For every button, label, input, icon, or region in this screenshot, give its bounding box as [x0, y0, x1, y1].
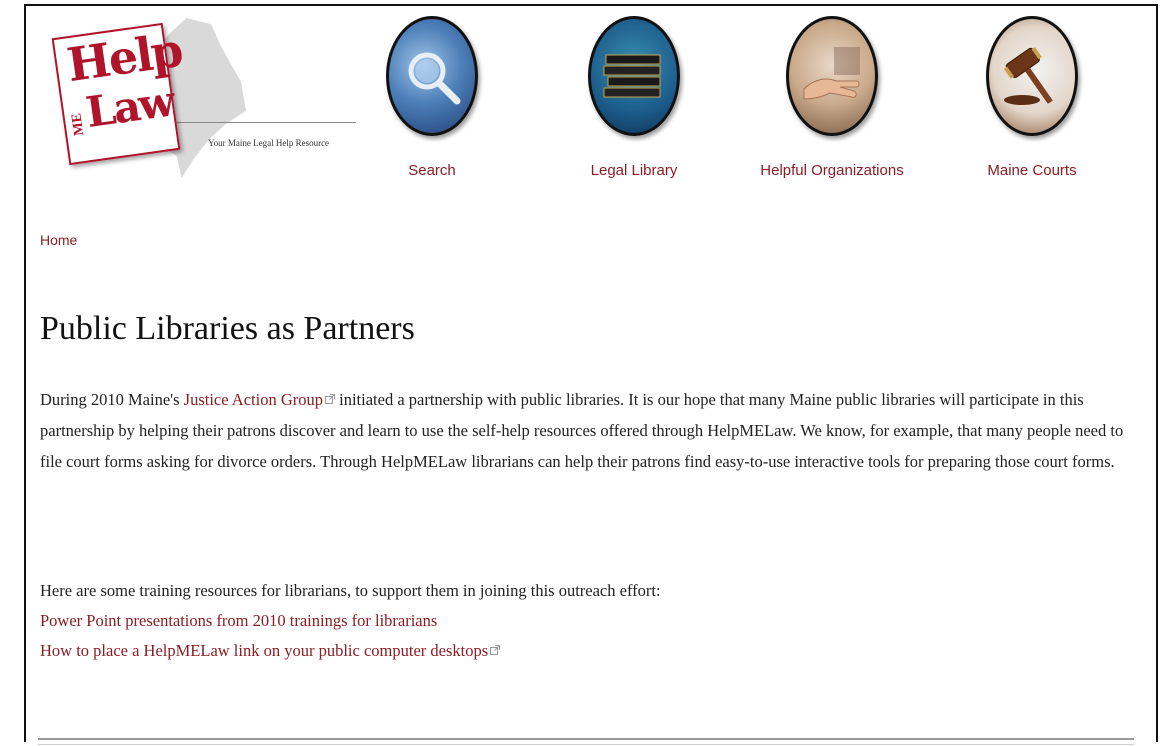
nav-search-label[interactable]: Search — [342, 162, 522, 179]
breadcrumb-home[interactable]: Home — [40, 232, 77, 248]
resources-section: Here are some training resources for lib… — [40, 576, 1140, 666]
external-link-icon — [490, 645, 501, 655]
nav-legal-library[interactable]: Legal Library — [544, 16, 724, 179]
page-frame: Your Maine Legal Help Resource Help ME L… — [24, 4, 1158, 745]
main-nav: Search Legal Library Helpful Organizatio… — [26, 6, 1156, 196]
resource-item: Power Point presentations from 2010 trai… — [40, 606, 1140, 636]
intro-paragraph: During 2010 Maine's Justice Action Group… — [40, 384, 1140, 477]
nav-helpful-organizations[interactable]: Helpful Organizations — [742, 16, 922, 179]
nav-helpful-organizations-label[interactable]: Helpful Organizations — [742, 162, 922, 179]
page-title: Public Libraries as Partners — [40, 310, 415, 347]
footer-divider — [38, 738, 1134, 745]
desktop-link-howto-link[interactable]: How to place a HelpMELaw link on your pu… — [40, 641, 488, 660]
external-link-icon — [325, 394, 335, 404]
intro-text-before: During 2010 Maine's — [40, 390, 184, 409]
powerpoint-presentations-link[interactable]: Power Point presentations from 2010 trai… — [40, 611, 437, 630]
magnifier-icon[interactable] — [386, 16, 478, 136]
nav-maine-courts-label[interactable]: Maine Courts — [942, 162, 1122, 179]
books-icon[interactable] — [588, 16, 680, 136]
resource-item: How to place a HelpMELaw link on your pu… — [40, 636, 1140, 666]
justice-action-group-link[interactable]: Justice Action Group — [184, 390, 323, 409]
nav-search[interactable]: Search — [342, 16, 522, 179]
resources-intro: Here are some training resources for lib… — [40, 581, 661, 600]
nav-legal-library-label[interactable]: Legal Library — [544, 162, 724, 179]
helping-hand-icon[interactable] — [786, 16, 878, 136]
gavel-icon[interactable] — [986, 16, 1078, 136]
nav-maine-courts[interactable]: Maine Courts — [942, 16, 1122, 179]
